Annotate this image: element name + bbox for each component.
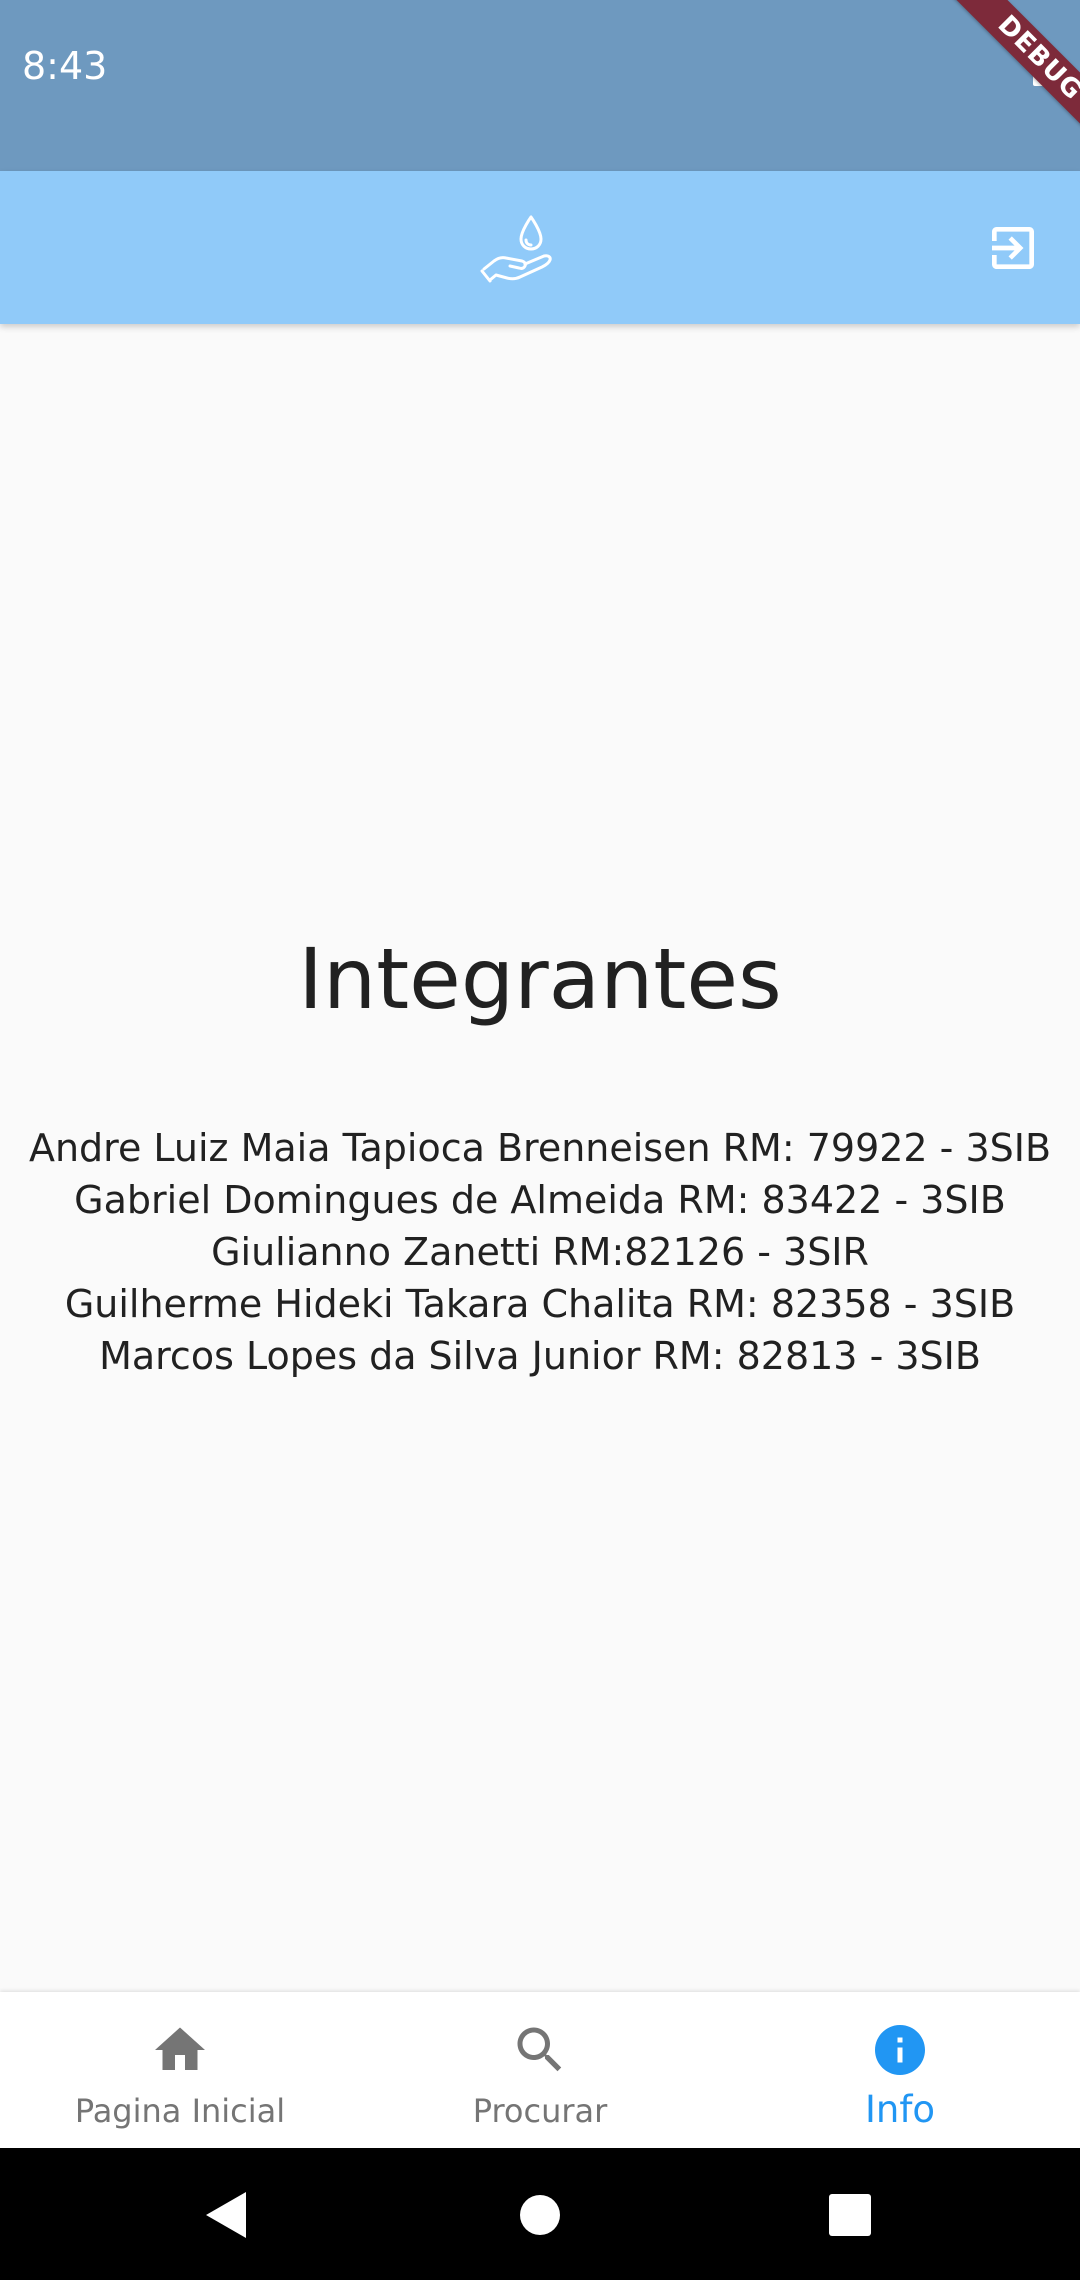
nav-label-home: Pagina Inicial <box>74 2092 286 2130</box>
home-circle-icon[interactable] <box>505 2180 575 2250</box>
exit-to-app-icon <box>992 227 1034 269</box>
member-item: Giulianno Zanetti RM:82126 - 3SIR <box>211 1230 869 1274</box>
screen: 8:43 DEBUG Integrantes Andre Luiz Maia T… <box>0 0 1080 2280</box>
page-title: Integrantes <box>298 930 782 1028</box>
member-item: Andre Luiz Maia Tapioca Brenneisen RM: 7… <box>28 1126 1052 1170</box>
status-time: 8:43 <box>22 44 108 88</box>
status-bar: 8:43 <box>0 0 1080 171</box>
member-item: Gabriel Domingues de Almeida RM: 83422 -… <box>74 1178 1006 1222</box>
member-item: Guilherme Hideki Takara Chalita RM: 8235… <box>64 1282 1016 1326</box>
recents-icon[interactable] <box>815 2180 885 2250</box>
bottom-navigation: Pagina Inicial Procurar Info <box>0 1992 1080 2148</box>
info-icon <box>875 2025 925 2075</box>
app-bar <box>0 171 1080 324</box>
nav-label-search: Procurar <box>472 2092 608 2130</box>
nav-item-search[interactable]: Procurar <box>360 1992 720 2148</box>
back-icon[interactable] <box>190 2180 260 2250</box>
search-icon <box>517 2027 562 2072</box>
nav-label-info: Info <box>864 2088 936 2131</box>
logout-button[interactable] <box>980 215 1046 281</box>
system-navigation-bar <box>0 2148 1080 2280</box>
members-list: Andre Luiz Maia Tapioca Brenneisen RM: 7… <box>0 1122 1080 1382</box>
nav-item-info[interactable]: Info <box>720 1992 1080 2148</box>
member-item: Marcos Lopes da Silva Junior RM: 82813 -… <box>99 1334 981 1378</box>
nav-item-home[interactable]: Pagina Inicial <box>0 1992 360 2148</box>
home-icon <box>155 2027 205 2070</box>
hand-water-drop-icon <box>480 215 552 283</box>
